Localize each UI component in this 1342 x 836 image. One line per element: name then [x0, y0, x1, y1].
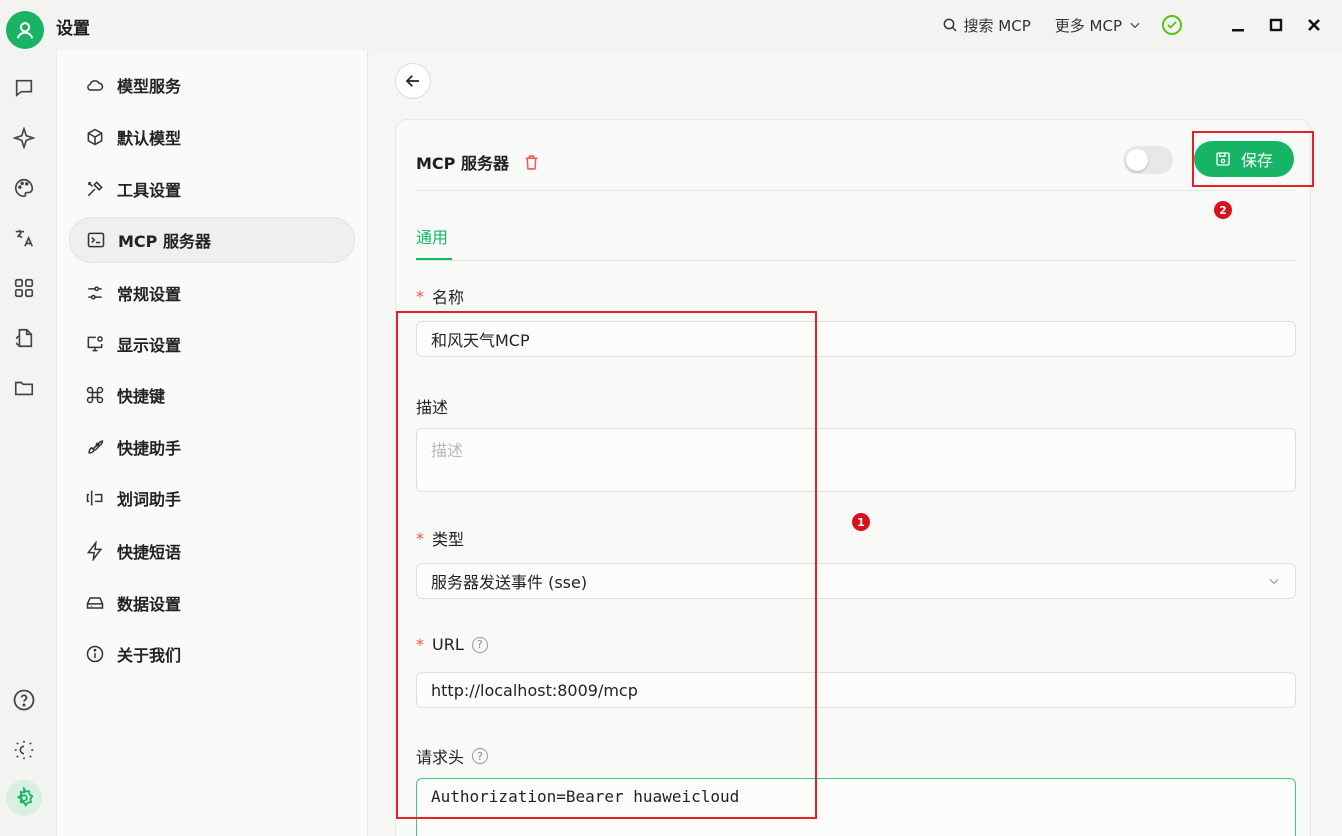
nav-item-label: MCP 服务器 [118, 232, 211, 251]
nav-item-label: 快捷键 [117, 387, 166, 406]
annotation-badge-2: 2 [1214, 201, 1232, 219]
arrow-left-icon [405, 75, 419, 87]
sparkle-icon[interactable] [12, 126, 36, 150]
nav-item-label: 工具设置 [117, 181, 182, 200]
nav-item-label: 默认模型 [117, 129, 182, 148]
nav-item-quick-assistant[interactable]: 快捷助手 [69, 424, 355, 470]
nav-item-label: 快捷短语 [117, 543, 182, 562]
nav-item-display-settings[interactable]: 显示设置 [69, 321, 355, 367]
nav-item-label: 快捷助手 [117, 439, 182, 458]
apps-grid-icon[interactable] [12, 276, 36, 300]
file-sync-icon[interactable] [12, 326, 36, 350]
nav-item-label: 常规设置 [117, 285, 182, 304]
nav-item-default-model[interactable]: 默认模型 [69, 114, 355, 160]
nav-item-shortcuts[interactable]: 快捷键 [69, 372, 355, 418]
cube-icon [87, 128, 103, 146]
trash-icon[interactable] [523, 154, 540, 171]
maximize-button[interactable] [1266, 15, 1286, 35]
rocket-icon [88, 440, 104, 454]
name-label-text: 名称 [432, 288, 465, 307]
more-mcp-label: 更多 MCP [1054, 16, 1122, 35]
folder-icon[interactable] [12, 376, 36, 400]
tab-divider [416, 260, 1296, 261]
nav-item-data-settings[interactable]: 数据设置 [69, 580, 355, 626]
annotation-box-form [396, 311, 817, 819]
search-mcp-label: 搜索 MCP [963, 16, 1031, 35]
palette-icon[interactable] [12, 176, 36, 200]
annotation-box-save [1192, 131, 1314, 187]
nav-item-label: 关于我们 [117, 646, 182, 665]
nav-item-label: 显示设置 [117, 336, 182, 355]
zap-icon [86, 541, 103, 561]
nav-item-tool-settings[interactable]: 工具设置 [69, 166, 355, 212]
title-bar: 设置 搜索 MCP 更多 MCP [0, 0, 1342, 50]
chat-icon[interactable] [12, 76, 36, 100]
app-rail [0, 50, 48, 836]
minimize-button[interactable] [1228, 15, 1248, 35]
name-label: * 名称 [416, 284, 464, 308]
close-button[interactable] [1304, 15, 1324, 35]
translate-icon[interactable] [12, 226, 36, 250]
chevron-down-icon [1269, 578, 1279, 585]
required-mark: * [416, 286, 424, 306]
settings-gear-icon[interactable] [12, 786, 36, 810]
help-icon[interactable] [12, 688, 36, 712]
settings-nav: 模型服务 默认模型 工具设置 MCP 服务器 常规设置 显示设置 快捷键 快捷助… [56, 50, 368, 836]
search-mcp-button[interactable]: 搜索 MCP [942, 15, 1031, 36]
command-icon [86, 386, 104, 404]
back-button[interactable] [395, 63, 431, 99]
tab-general[interactable]: 通用 [416, 224, 448, 248]
nav-item-label: 数据设置 [117, 595, 182, 614]
card-title: MCP 服务器 [416, 154, 509, 173]
user-icon [16, 22, 34, 39]
chevron-down-icon [1130, 22, 1140, 29]
app-title: 设置 [56, 19, 90, 39]
header-divider [416, 190, 1296, 191]
nav-item-general-settings[interactable]: 常规设置 [69, 270, 355, 316]
drive-icon [86, 597, 104, 609]
enable-toggle[interactable] [1123, 146, 1173, 174]
brightness-icon[interactable] [12, 738, 36, 762]
card-header: MCP 服务器 [416, 150, 540, 174]
close-icon [1308, 19, 1320, 31]
text-select-icon [86, 490, 103, 506]
tools-icon [87, 181, 103, 197]
minimize-icon [1232, 29, 1244, 32]
terminal-icon [87, 232, 105, 248]
annotation-badge-1: 1 [852, 513, 870, 531]
more-mcp-dropdown[interactable]: 更多 MCP [1055, 15, 1142, 36]
nav-item-label: 模型服务 [117, 77, 182, 96]
status-check-icon[interactable] [1162, 15, 1182, 35]
nav-item-selection-assistant[interactable]: 划词助手 [69, 475, 355, 521]
maximize-icon [1269, 18, 1283, 32]
info-icon [86, 645, 104, 663]
cloud-icon [87, 80, 104, 91]
nav-item-label: 划词助手 [117, 490, 182, 509]
nav-item-quick-phrases[interactable]: 快捷短语 [69, 528, 355, 574]
monitor-icon [87, 336, 103, 352]
user-avatar[interactable] [6, 11, 44, 49]
nav-item-mcp-server[interactable]: MCP 服务器 [69, 217, 355, 263]
nav-item-about-us[interactable]: 关于我们 [69, 631, 355, 677]
search-icon [943, 18, 957, 32]
sliders-icon [88, 286, 102, 300]
nav-item-model-service[interactable]: 模型服务 [69, 62, 355, 108]
